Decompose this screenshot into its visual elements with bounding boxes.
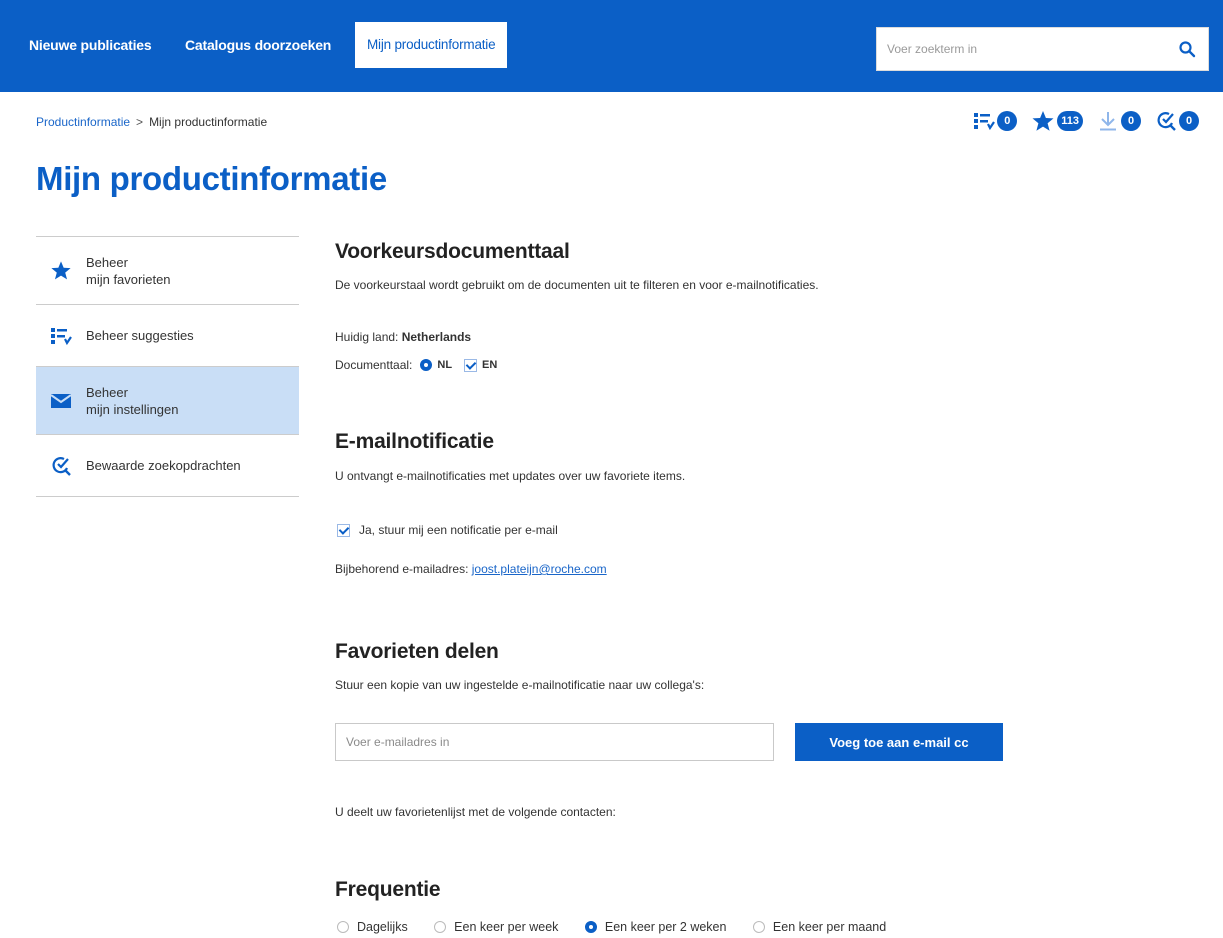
- frequency-biweekly-option[interactable]: Een keer per 2 weken: [584, 920, 727, 934]
- sidebar-item-settings[interactable]: Beheer mijn instellingen: [36, 367, 299, 435]
- language-en-checkbox[interactable]: [464, 358, 478, 372]
- email-address-row: Bijbehorend e-mailadres: joost.plateijn@…: [335, 562, 607, 576]
- language-description: De voorkeurstaal wordt gebruikt om de do…: [335, 278, 819, 292]
- frequency-radio[interactable]: [434, 921, 447, 933]
- sidebar-item-label: Bewaarde zoekopdrachten: [86, 458, 241, 473]
- frequency-option-label: Een keer per week: [454, 920, 559, 934]
- frequency-option-label: Dagelijks: [357, 920, 408, 934]
- frequency-radio[interactable]: [337, 921, 349, 933]
- nav-browse-catalog[interactable]: Catalogus doorzoeken: [185, 22, 331, 68]
- email-notification-checkbox[interactable]: [337, 523, 350, 537]
- sidebar-item-label: Beheer mijn favorieten: [86, 254, 171, 287]
- star-icon: [48, 260, 74, 282]
- frequency-options: Dagelijks Een keer per week Een keer per…: [337, 920, 908, 938]
- search-box: [876, 27, 1209, 71]
- sidebar-item-label: Beheer mijn instellingen: [86, 384, 179, 417]
- document-language-label: Documenttaal:: [335, 358, 413, 372]
- document-language-row: Documenttaal: NL EN: [335, 358, 497, 372]
- language-nl-radio[interactable]: [420, 359, 433, 371]
- frequency-weekly-option[interactable]: Een keer per week: [434, 920, 558, 934]
- saved-search-icon: [1157, 112, 1176, 131]
- breadcrumb-root-link[interactable]: Productinformatie: [36, 115, 130, 129]
- nav-my-product-information[interactable]: Mijn productinformatie: [355, 22, 508, 68]
- sidebar: Beheer mijn favorieten Beheer suggesties …: [36, 236, 299, 497]
- current-country: Huidig land: Netherlands: [335, 330, 471, 344]
- favorites-count-badge: 113: [1057, 111, 1083, 131]
- saved-searches-count-badge: 0: [1179, 111, 1199, 131]
- star-icon: [1032, 111, 1054, 131]
- search-input[interactable]: [877, 28, 1177, 70]
- email-notification-title: E-mailnotificatie: [335, 430, 494, 453]
- suggestions-count-badge: 0: [997, 111, 1018, 131]
- sidebar-item-saved-searches[interactable]: Bewaarde zoekopdrachten: [36, 435, 299, 497]
- email-notification-checkbox-label: Ja, stuur mij een notificatie per e-mail: [359, 523, 558, 537]
- sidebar-item-label: Beheer suggesties: [86, 328, 194, 343]
- top-navigation-bar: Nieuwe publicaties Catalogus doorzoeken …: [0, 0, 1223, 92]
- email-address-link[interactable]: joost.plateijn@roche.com: [472, 562, 607, 576]
- cc-email-input[interactable]: [335, 723, 774, 761]
- saved-search-icon: [48, 455, 74, 477]
- suggestions-icon: [48, 325, 74, 347]
- suggestions-counter[interactable]: 0: [973, 111, 1018, 131]
- frequency-option-label: Een keer per maand: [772, 920, 887, 934]
- language-section-title: Voorkeursdocumenttaal: [335, 240, 570, 263]
- breadcrumb-current: Mijn productinformatie: [149, 115, 268, 129]
- mail-icon: [48, 390, 74, 412]
- favorites-counter[interactable]: 113: [1031, 110, 1083, 132]
- frequency-radio-selected[interactable]: [584, 921, 597, 933]
- add-email-cc-button[interactable]: Voeg toe aan e-mail cc: [795, 723, 1003, 761]
- page-title: Mijn productinformatie: [36, 160, 387, 197]
- share-favorites-title: Favorieten delen: [335, 640, 499, 663]
- suggestions-icon: [974, 113, 996, 131]
- language-en-label: EN: [482, 359, 498, 371]
- frequency-monthly-option[interactable]: Een keer per maand: [752, 920, 887, 934]
- country-value: Netherlands: [401, 330, 472, 344]
- header-counters: 0 113 0 0: [973, 110, 1199, 132]
- email-address-label: Bijbehorend e-mailadres:: [335, 562, 469, 576]
- frequency-daily-option[interactable]: Dagelijks: [337, 920, 408, 934]
- frequency-title: Frequentie: [335, 878, 441, 901]
- email-notification-option: Ja, stuur mij een notificatie per e-mail: [337, 523, 558, 537]
- sidebar-item-favorites[interactable]: Beheer mijn favorieten: [36, 237, 299, 305]
- country-label: Huidig land:: [335, 330, 399, 344]
- shared-contacts-text: U deelt uw favorietenlijst met de volgen…: [335, 805, 616, 819]
- saved-searches-counter[interactable]: 0: [1155, 110, 1199, 132]
- downloads-count-badge: 0: [1121, 111, 1141, 131]
- download-icon: [1100, 112, 1116, 131]
- share-favorites-description: Stuur een kopie van uw ingestelde e-mail…: [335, 678, 705, 692]
- frequency-option-label: Een keer per 2 weken: [604, 920, 727, 934]
- sidebar-item-suggestions[interactable]: Beheer suggesties: [36, 305, 299, 367]
- language-nl-label: NL: [437, 359, 453, 371]
- email-notification-description: U ontvangt e-mailnotificaties met update…: [335, 469, 686, 483]
- breadcrumb: Productinformatie > Mijn productinformatie: [36, 115, 267, 129]
- breadcrumb-separator: >: [136, 115, 144, 129]
- frequency-radio[interactable]: [752, 921, 765, 933]
- downloads-counter[interactable]: 0: [1097, 110, 1141, 132]
- nav-new-publications[interactable]: Nieuwe publicaties: [29, 22, 152, 68]
- search-icon[interactable]: [1178, 40, 1196, 58]
